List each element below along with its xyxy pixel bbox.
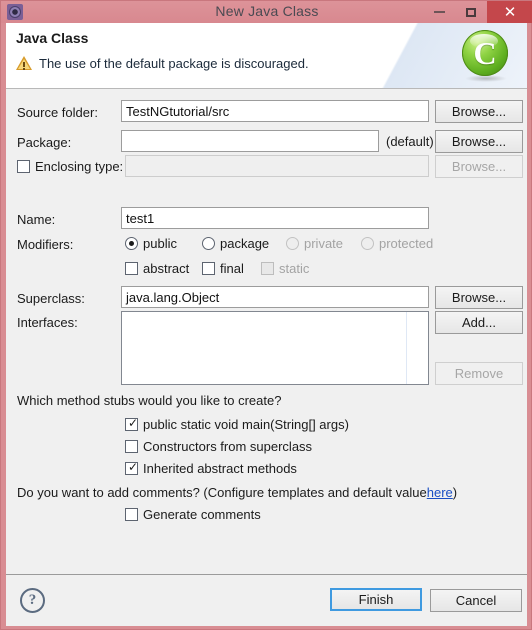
package-input[interactable] — [121, 130, 379, 152]
banner-message: The use of the default package is discou… — [16, 55, 309, 71]
dialog-body: Source folder: TestNGtutorial/src Browse… — [6, 89, 527, 574]
stub-constructors-label: Constructors from superclass — [143, 439, 313, 454]
package-default-suffix: (default) — [386, 134, 434, 149]
source-folder-label: Source folder: — [17, 105, 98, 120]
modifiers-label: Modifiers: — [17, 237, 74, 252]
warning-triangle-icon — [16, 55, 32, 71]
name-input[interactable]: test1 — [121, 207, 429, 229]
comments-question-suffix: ) — [452, 485, 458, 500]
radio-public[interactable] — [125, 237, 138, 250]
page-title: Java Class — [16, 30, 89, 46]
modifier-protected-label: protected — [379, 236, 434, 251]
generate-comments-row[interactable]: Generate comments — [125, 507, 261, 522]
question-mark-circle-icon[interactable]: ? — [20, 588, 45, 613]
stub-main-label: public static void main(String[] args) — [143, 417, 349, 432]
interfaces-remove-button: Remove — [435, 362, 523, 385]
modifiers-label-wrap: Modifiers: — [17, 237, 73, 252]
superclass-label-wrap: Superclass: — [17, 291, 85, 306]
checkbox-generate-comments[interactable] — [125, 508, 138, 521]
source-folder-input[interactable]: TestNGtutorial/src — [121, 100, 429, 122]
superclass-input[interactable]: java.lang.Object — [121, 286, 429, 308]
checkbox-abstract[interactable] — [125, 262, 138, 275]
configure-templates-link[interactable]: here — [427, 485, 453, 500]
wizard-banner: Java Class The use of the default packag… — [6, 23, 527, 89]
name-label: Name: — [17, 212, 56, 227]
modifier-final-label: final — [220, 261, 244, 276]
checkbox-static — [261, 262, 274, 275]
stub-checkbox-inherited[interactable]: ✓ Inherited abstract methods — [125, 461, 297, 476]
name-label-wrap: Name: — [17, 212, 55, 227]
dialog-footer: ? Finish Cancel — [6, 575, 527, 626]
comments-question-wrap: Do you want to add comments? (Configure … — [17, 485, 457, 500]
modifier-radio-private: private — [286, 236, 343, 251]
maximize-button[interactable] — [455, 1, 487, 23]
comments-question-prefix: Do you want to add comments? (Configure … — [17, 485, 427, 500]
package-label: Package: — [17, 135, 72, 150]
method-stubs-question: Which method stubs would you like to cre… — [17, 393, 282, 408]
finish-button[interactable]: Finish — [330, 588, 422, 611]
new-java-class-dialog: New Java Class ✕ Java Class The use of t… — [0, 0, 532, 630]
source-folder-browse-button[interactable]: Browse... — [435, 100, 523, 123]
interfaces-add-button[interactable]: Add... — [435, 311, 523, 334]
checkbox-main-method[interactable]: ✓ — [125, 417, 138, 431]
radio-package[interactable] — [202, 237, 215, 250]
interfaces-label-wrap: Interfaces: — [17, 315, 78, 330]
generate-comments-label: Generate comments — [143, 507, 261, 522]
minimize-icon — [433, 11, 445, 13]
modifier-static-label: static — [279, 261, 310, 276]
close-button[interactable]: ✕ — [487, 1, 532, 23]
enclosing-type-input — [125, 155, 429, 177]
maximize-icon — [466, 7, 476, 17]
modifier-public-label: public — [143, 236, 177, 251]
checkbox-inherited-abstract-methods[interactable]: ✓ — [125, 461, 138, 475]
interfaces-list-scrollbar[interactable] — [406, 312, 407, 384]
checkbox-constructors-from-superclass[interactable] — [125, 440, 138, 453]
modifier-checkbox-static: static — [261, 261, 309, 276]
modifier-package-label: package — [220, 236, 270, 251]
title-bar[interactable]: New Java Class ✕ — [1, 1, 532, 23]
window-controls: ✕ — [423, 1, 532, 23]
method-stubs-question-wrap: Which method stubs would you like to cre… — [17, 393, 281, 408]
cancel-button[interactable]: Cancel — [430, 589, 522, 612]
interfaces-label: Interfaces: — [17, 315, 78, 330]
minimize-button[interactable] — [423, 1, 455, 23]
enclosing-type-label: Enclosing type: — [35, 159, 124, 174]
enclosing-type-browse-button: Browse... — [435, 155, 523, 178]
banner-message-text: The use of the default package is discou… — [39, 55, 309, 71]
package-label-wrap: Package: — [17, 135, 71, 150]
modifier-radio-package[interactable]: package — [202, 236, 269, 251]
stub-checkbox-main[interactable]: ✓ public static void main(String[] args) — [125, 417, 349, 432]
enclosing-type-checkbox-row[interactable]: Enclosing type: — [17, 159, 123, 174]
modifier-radio-public[interactable]: public — [125, 236, 177, 251]
superclass-browse-button[interactable]: Browse... — [435, 286, 523, 309]
stub-inherited-label: Inherited abstract methods — [143, 461, 297, 476]
modifier-checkbox-final[interactable]: final — [202, 261, 244, 276]
interfaces-list[interactable] — [121, 311, 429, 385]
radio-protected — [361, 237, 374, 250]
modifier-abstract-label: abstract — [143, 261, 190, 276]
source-folder-label-wrap: Source folder: — [17, 105, 98, 120]
stub-checkbox-constructors[interactable]: Constructors from superclass — [125, 439, 312, 454]
modifier-radio-protected: protected — [361, 236, 433, 251]
modifier-private-label: private — [304, 236, 344, 251]
radio-private — [286, 237, 299, 250]
java-class-green-ball-icon: C — [459, 29, 513, 83]
superclass-label: Superclass: — [17, 291, 85, 306]
enclosing-type-checkbox[interactable] — [17, 160, 30, 173]
checkbox-final[interactable] — [202, 262, 215, 275]
modifier-checkbox-abstract[interactable]: abstract — [125, 261, 189, 276]
package-browse-button[interactable]: Browse... — [435, 130, 523, 153]
